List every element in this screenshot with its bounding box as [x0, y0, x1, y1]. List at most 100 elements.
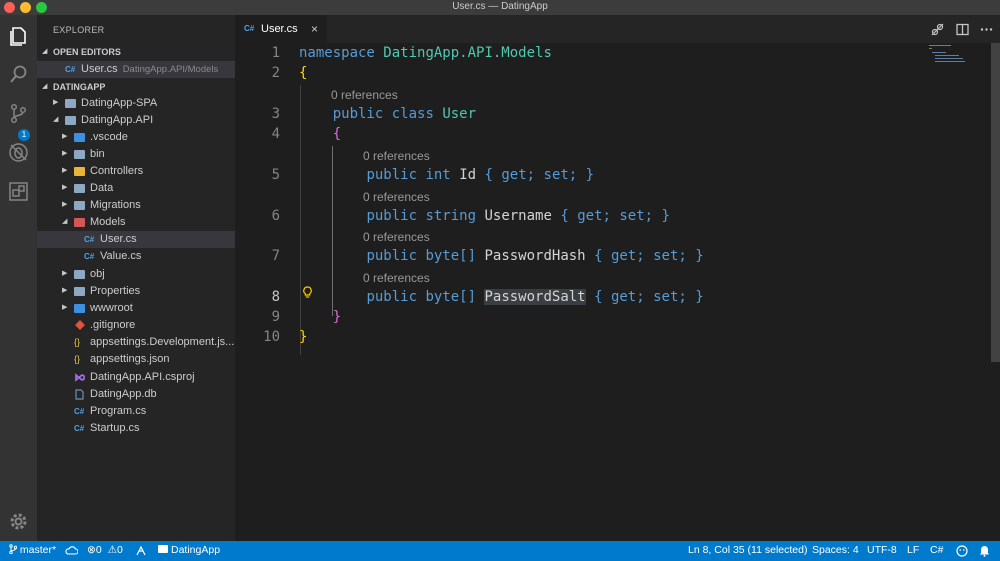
- scm-badge: 1: [18, 129, 30, 141]
- chevron-right-icon: ▶: [62, 133, 68, 140]
- indentation-setting[interactable]: Spaces: 4: [812, 544, 859, 556]
- sync-icon[interactable]: [65, 546, 78, 556]
- chevron-down-icon: ◢: [62, 218, 68, 225]
- more-actions-icon[interactable]: [980, 23, 993, 36]
- code-line-6: public string Username { get; set; }: [366, 208, 670, 224]
- error-count: 0: [95, 544, 102, 556]
- vscode-window: User.cs — DatingApp 1 EXPLORER ◢ OPEN ED…: [0, 0, 1000, 561]
- live-share-icon[interactable]: [136, 545, 146, 556]
- tree-item-startup-cs[interactable]: C# Startup.cs: [37, 420, 235, 437]
- chevron-right-icon: ▶: [62, 270, 68, 277]
- tree-item-gitignore[interactable]: .gitignore: [37, 317, 235, 334]
- line-number: 3: [271, 106, 280, 122]
- git-branch-icon: [9, 544, 18, 555]
- code-editor[interactable]: 1 2 3 4 5 6 7 8 9 10 namespace DatingApp…: [235, 43, 1000, 541]
- folder-icon: [74, 201, 85, 210]
- tree-item-value-cs[interactable]: C# Value.cs: [37, 248, 235, 265]
- tree-item-controllers[interactable]: ▶ Controllers: [37, 163, 235, 180]
- line-number: 1: [271, 45, 280, 61]
- search-icon[interactable]: [8, 64, 29, 85]
- open-editor-path: DatingApp.API/Models: [122, 64, 219, 75]
- selected-text: PasswordSalt: [484, 289, 586, 305]
- csharp-file-icon: C#: [244, 24, 255, 33]
- scrollbar-thumb[interactable]: [991, 43, 1000, 362]
- folder-icon: [65, 99, 76, 108]
- eol-setting[interactable]: LF: [907, 544, 919, 556]
- tree-item-datingapp-api[interactable]: ◢ DatingApp.API: [37, 112, 235, 129]
- activity-bar: 1: [0, 15, 37, 541]
- window-title: User.cs — DatingApp: [452, 1, 548, 12]
- split-editor-icon[interactable]: [956, 23, 969, 36]
- code-line-5: public int Id { get; set; }: [366, 167, 595, 183]
- codelens-references[interactable]: 0 references: [363, 230, 430, 244]
- tree-item-appsettings-json[interactable]: {} appsettings.json: [37, 351, 235, 368]
- codelens-references[interactable]: 0 references: [363, 271, 430, 285]
- title-bar: User.cs — DatingApp: [0, 0, 1000, 15]
- code-line-2: {: [299, 65, 308, 81]
- open-editors-header[interactable]: ◢ OPEN EDITORS: [37, 44, 235, 60]
- language-mode[interactable]: C#: [930, 544, 943, 556]
- git-branch-item[interactable]: master*: [9, 544, 56, 556]
- line-number: 7: [271, 248, 280, 264]
- source-control-icon[interactable]: [8, 103, 29, 124]
- line-number: 4: [271, 126, 280, 142]
- extensions-icon[interactable]: [8, 181, 29, 202]
- file-icon: [75, 389, 84, 400]
- code-line-8: public byte[] PasswordSalt { get; set; }: [366, 289, 704, 305]
- folder-icon: [74, 287, 85, 296]
- tree-item-models[interactable]: ◢ Models: [37, 214, 235, 231]
- tree-item-data[interactable]: ▶ Data: [37, 180, 235, 197]
- tree-item-vscode[interactable]: ▶ .vscode: [37, 129, 235, 146]
- tab-user-cs[interactable]: C# User.cs ×: [235, 15, 327, 43]
- chevron-down-icon: ◢: [42, 83, 48, 90]
- encoding-setting[interactable]: UTF-8: [867, 544, 897, 556]
- tree-item-migrations[interactable]: ▶ Migrations: [37, 197, 235, 214]
- tree-item-csproj[interactable]: DatingApp.API.csproj: [37, 369, 235, 386]
- git-icon: [75, 320, 85, 330]
- code-line-3: public class User: [332, 106, 477, 122]
- feedback-icon[interactable]: [956, 545, 968, 557]
- notifications-bell-icon[interactable]: [979, 545, 990, 557]
- line-number: 9: [271, 309, 280, 325]
- debug-icon[interactable]: [8, 142, 29, 163]
- problems-item[interactable]: ⊗0 ⚠0: [87, 544, 123, 556]
- code-line-4: {: [332, 126, 342, 142]
- chevron-right-icon: ▶: [62, 150, 68, 157]
- tree-item-wwwroot[interactable]: ▶ wwwroot: [37, 300, 235, 317]
- git-branch-label: master*: [19, 544, 57, 556]
- chevron-right-icon: ▶: [62, 287, 68, 294]
- workspace-header[interactable]: ◢ DATINGAPP: [37, 79, 235, 95]
- workspace-folder-label: DatingApp: [171, 544, 221, 556]
- csharp-file-icon: C#: [74, 424, 85, 433]
- files-icon[interactable]: [8, 26, 29, 47]
- json-icon: {}: [74, 337, 81, 347]
- visual-studio-icon: [75, 373, 85, 382]
- warning-count: 0: [117, 544, 123, 556]
- code-line-10: }: [299, 329, 308, 345]
- open-editor-item[interactable]: C# User.cs DatingApp.API/Models: [37, 61, 235, 78]
- codelens-references[interactable]: 0 references: [363, 149, 430, 163]
- tree-item-appsettings-development[interactable]: {} appsettings.Development.js...: [37, 334, 235, 351]
- codelens-references[interactable]: 0 references: [331, 88, 398, 102]
- tree-item-properties[interactable]: ▶ Properties: [37, 283, 235, 300]
- close-tab-icon[interactable]: ×: [311, 22, 318, 36]
- workspace-folder-item[interactable]: DatingApp: [158, 544, 220, 556]
- tree-item-user-cs[interactable]: C# User.cs: [37, 231, 235, 248]
- tree-item-datingapp-db[interactable]: DatingApp.db: [37, 386, 235, 403]
- folder-icon: [74, 184, 85, 193]
- tree-item-program-cs[interactable]: C# Program.cs: [37, 403, 235, 420]
- tree-item-datingapp-spa[interactable]: ▶ DatingApp-SPA: [37, 95, 235, 112]
- gear-icon[interactable]: [8, 511, 29, 532]
- json-icon: {}: [74, 354, 81, 364]
- folder-icon: [158, 545, 168, 553]
- tree-item-bin[interactable]: ▶ bin: [37, 146, 235, 163]
- code-line-1: namespace DatingApp.API.Models: [299, 45, 552, 61]
- tree-item-obj[interactable]: ▶ obj: [37, 266, 235, 283]
- open-changes-icon[interactable]: [931, 23, 944, 36]
- chevron-right-icon: ▶: [53, 99, 59, 106]
- codelens-references[interactable]: 0 references: [363, 190, 430, 204]
- editor-scrollbar[interactable]: [990, 43, 1000, 541]
- code-line-9: }: [332, 309, 342, 325]
- cursor-position[interactable]: Ln 8, Col 35 (11 selected): [688, 544, 807, 556]
- minimap[interactable]: [929, 43, 989, 63]
